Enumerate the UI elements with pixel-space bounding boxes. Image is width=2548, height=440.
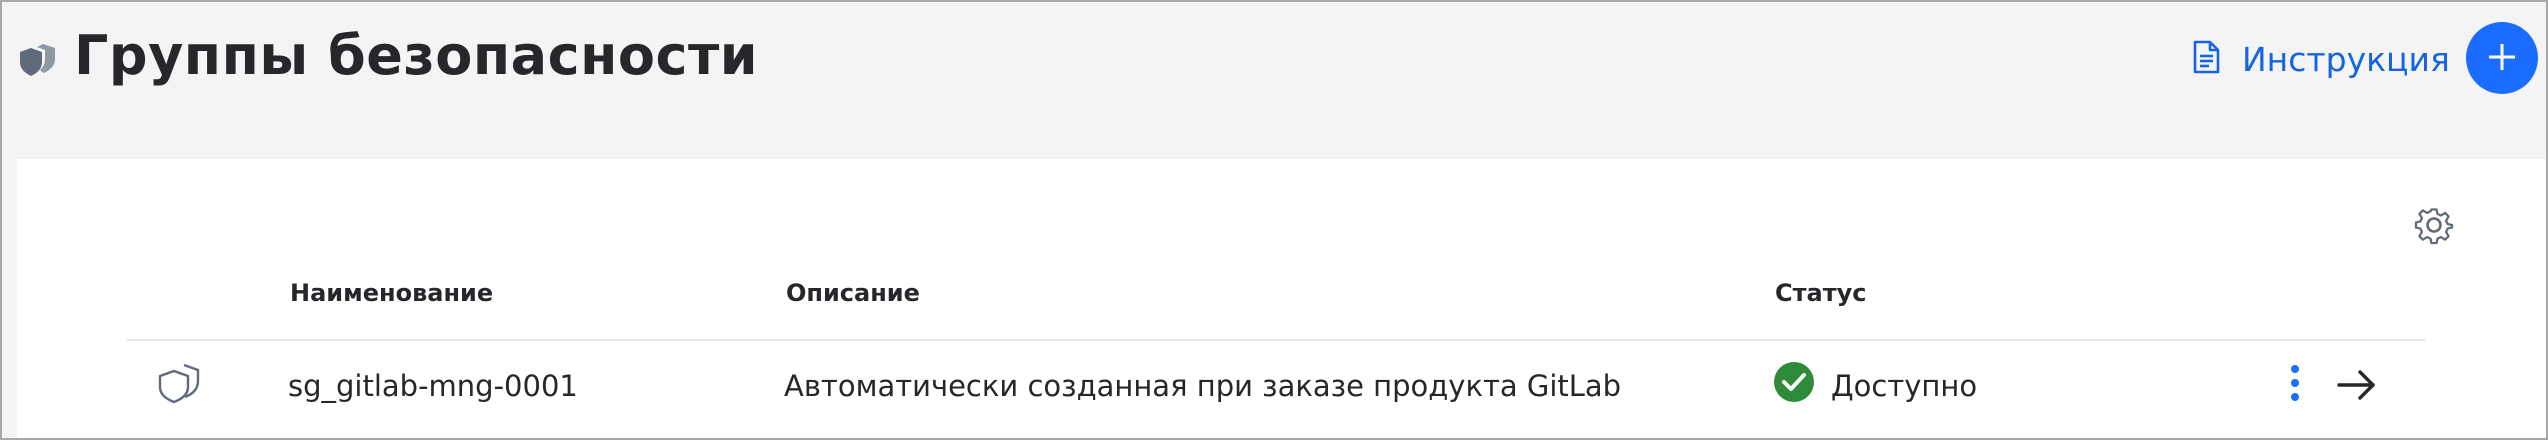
row-actions-button[interactable] [2277,359,2313,409]
document-icon [2192,40,2220,78]
instruction-link[interactable]: Инструкция [2192,34,2450,84]
page-header: Группы безопасности Инструкция [2,2,2546,159]
check-circle-icon [1773,361,1815,410]
app-window: Группы безопасности Инструкция Наименова… [0,0,2548,440]
table-settings-button[interactable] [2413,204,2455,246]
instruction-label: Инструкция [2242,39,2450,79]
shields-icon [18,40,58,80]
column-header-description[interactable]: Описание [786,279,920,307]
open-row-button[interactable] [2335,363,2379,407]
status-cell: Доступно [1773,361,1977,410]
column-header-status[interactable]: Статус [1775,279,1867,307]
security-groups-panel: Наименование Описание Статус sg_gitlab-m… [17,159,2546,438]
plus-icon [2486,41,2518,76]
status-label: Доступно [1831,368,1978,403]
security-group-description: Автоматически созданная при заказе проду… [784,369,1622,403]
kebab-icon [2290,363,2300,406]
table-row[interactable]: sg_gitlab-mng-0001 Автоматически созданн… [17,341,2546,438]
gear-icon [2413,208,2455,249]
shield-icon [158,361,202,405]
table-header: Наименование Описание Статус [17,279,2546,309]
column-header-name[interactable]: Наименование [290,279,493,307]
add-security-group-button[interactable] [2466,22,2538,94]
arrow-right-icon [2335,370,2379,410]
security-group-name: sg_gitlab-mng-0001 [288,369,578,403]
page-title: Группы безопасности [74,24,759,87]
